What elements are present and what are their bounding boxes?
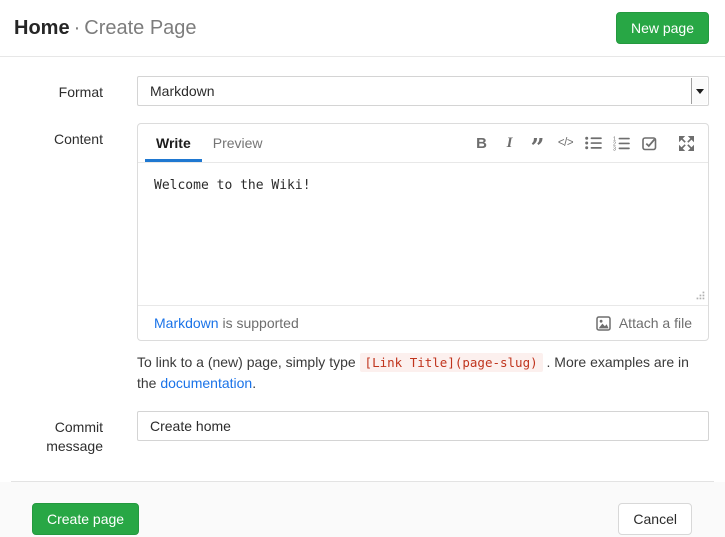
editor-tabs: Write Preview (145, 124, 274, 162)
cancel-button[interactable]: Cancel (618, 503, 692, 535)
form-actions: Create page Cancel (0, 482, 725, 537)
commit-row: Commit message (0, 411, 725, 456)
ordered-list-icon[interactable]: 1 2 3 (612, 132, 631, 154)
editor-body: Welcome to the Wiki! (138, 163, 708, 305)
helper-text-before: To link to a (new) page, simply type (137, 354, 360, 370)
helper-period: . (252, 375, 256, 391)
breadcrumb-separator: · (74, 17, 81, 39)
task-list-icon[interactable] (640, 132, 659, 154)
page-title: Home (14, 17, 70, 39)
quote-icon[interactable]: ” (528, 132, 547, 154)
editor-footer: Markdown is supported Attach a file (138, 305, 708, 340)
documentation-link[interactable]: documentation (160, 375, 252, 391)
link-helper-text: To link to a (new) page, simply type [Li… (137, 352, 709, 393)
attach-file-label: Attach a file (619, 315, 692, 331)
bold-icon[interactable]: B (472, 132, 491, 154)
editor-toolbar: Write Preview B I ” </> (138, 124, 708, 163)
content-row: Content Write Preview B I ” </> (0, 123, 725, 393)
italic-icon[interactable]: I (500, 132, 519, 154)
breadcrumb: Home·Create Page (14, 17, 197, 40)
create-page-form: Format Markdown Content Write Preview (0, 57, 725, 456)
image-icon (596, 316, 612, 331)
new-page-button[interactable]: New page (616, 12, 709, 44)
markdown-editor: Write Preview B I ” </> (137, 123, 709, 341)
svg-text:3: 3 (613, 146, 616, 150)
format-row: Format Markdown (0, 76, 725, 106)
fullscreen-icon[interactable] (677, 132, 696, 154)
page-subtitle: Create Page (84, 17, 196, 39)
inline-code-sample: [Link Title](page-slug) (360, 353, 543, 372)
format-label: Format (0, 76, 103, 102)
content-label: Content (0, 123, 103, 149)
unordered-list-icon[interactable] (584, 132, 603, 154)
tab-write[interactable]: Write (145, 124, 202, 162)
supported-text: is supported (219, 315, 299, 331)
content-textarea[interactable]: Welcome to the Wiki! (138, 163, 708, 305)
format-select-value: Markdown (150, 83, 215, 99)
commit-message-label: Commit message (0, 411, 103, 456)
editor-toolbar-icons: B I ” </> (463, 124, 696, 162)
attach-file-button[interactable]: Attach a file (596, 315, 692, 331)
wiki-create-page: Home·Create Page New page Format Markdow… (0, 0, 725, 537)
page-header: Home·Create Page New page (0, 0, 725, 57)
code-icon[interactable]: </> (556, 132, 575, 154)
markdown-help-link[interactable]: Markdown (154, 315, 219, 331)
chevron-down-icon[interactable] (691, 78, 707, 104)
create-page-button[interactable]: Create page (32, 503, 139, 535)
resize-grip-icon[interactable] (694, 287, 705, 303)
tab-preview[interactable]: Preview (202, 124, 274, 162)
markdown-supported-note: Markdown is supported (154, 315, 299, 331)
format-select[interactable]: Markdown (137, 76, 709, 106)
commit-message-input[interactable] (137, 411, 709, 441)
